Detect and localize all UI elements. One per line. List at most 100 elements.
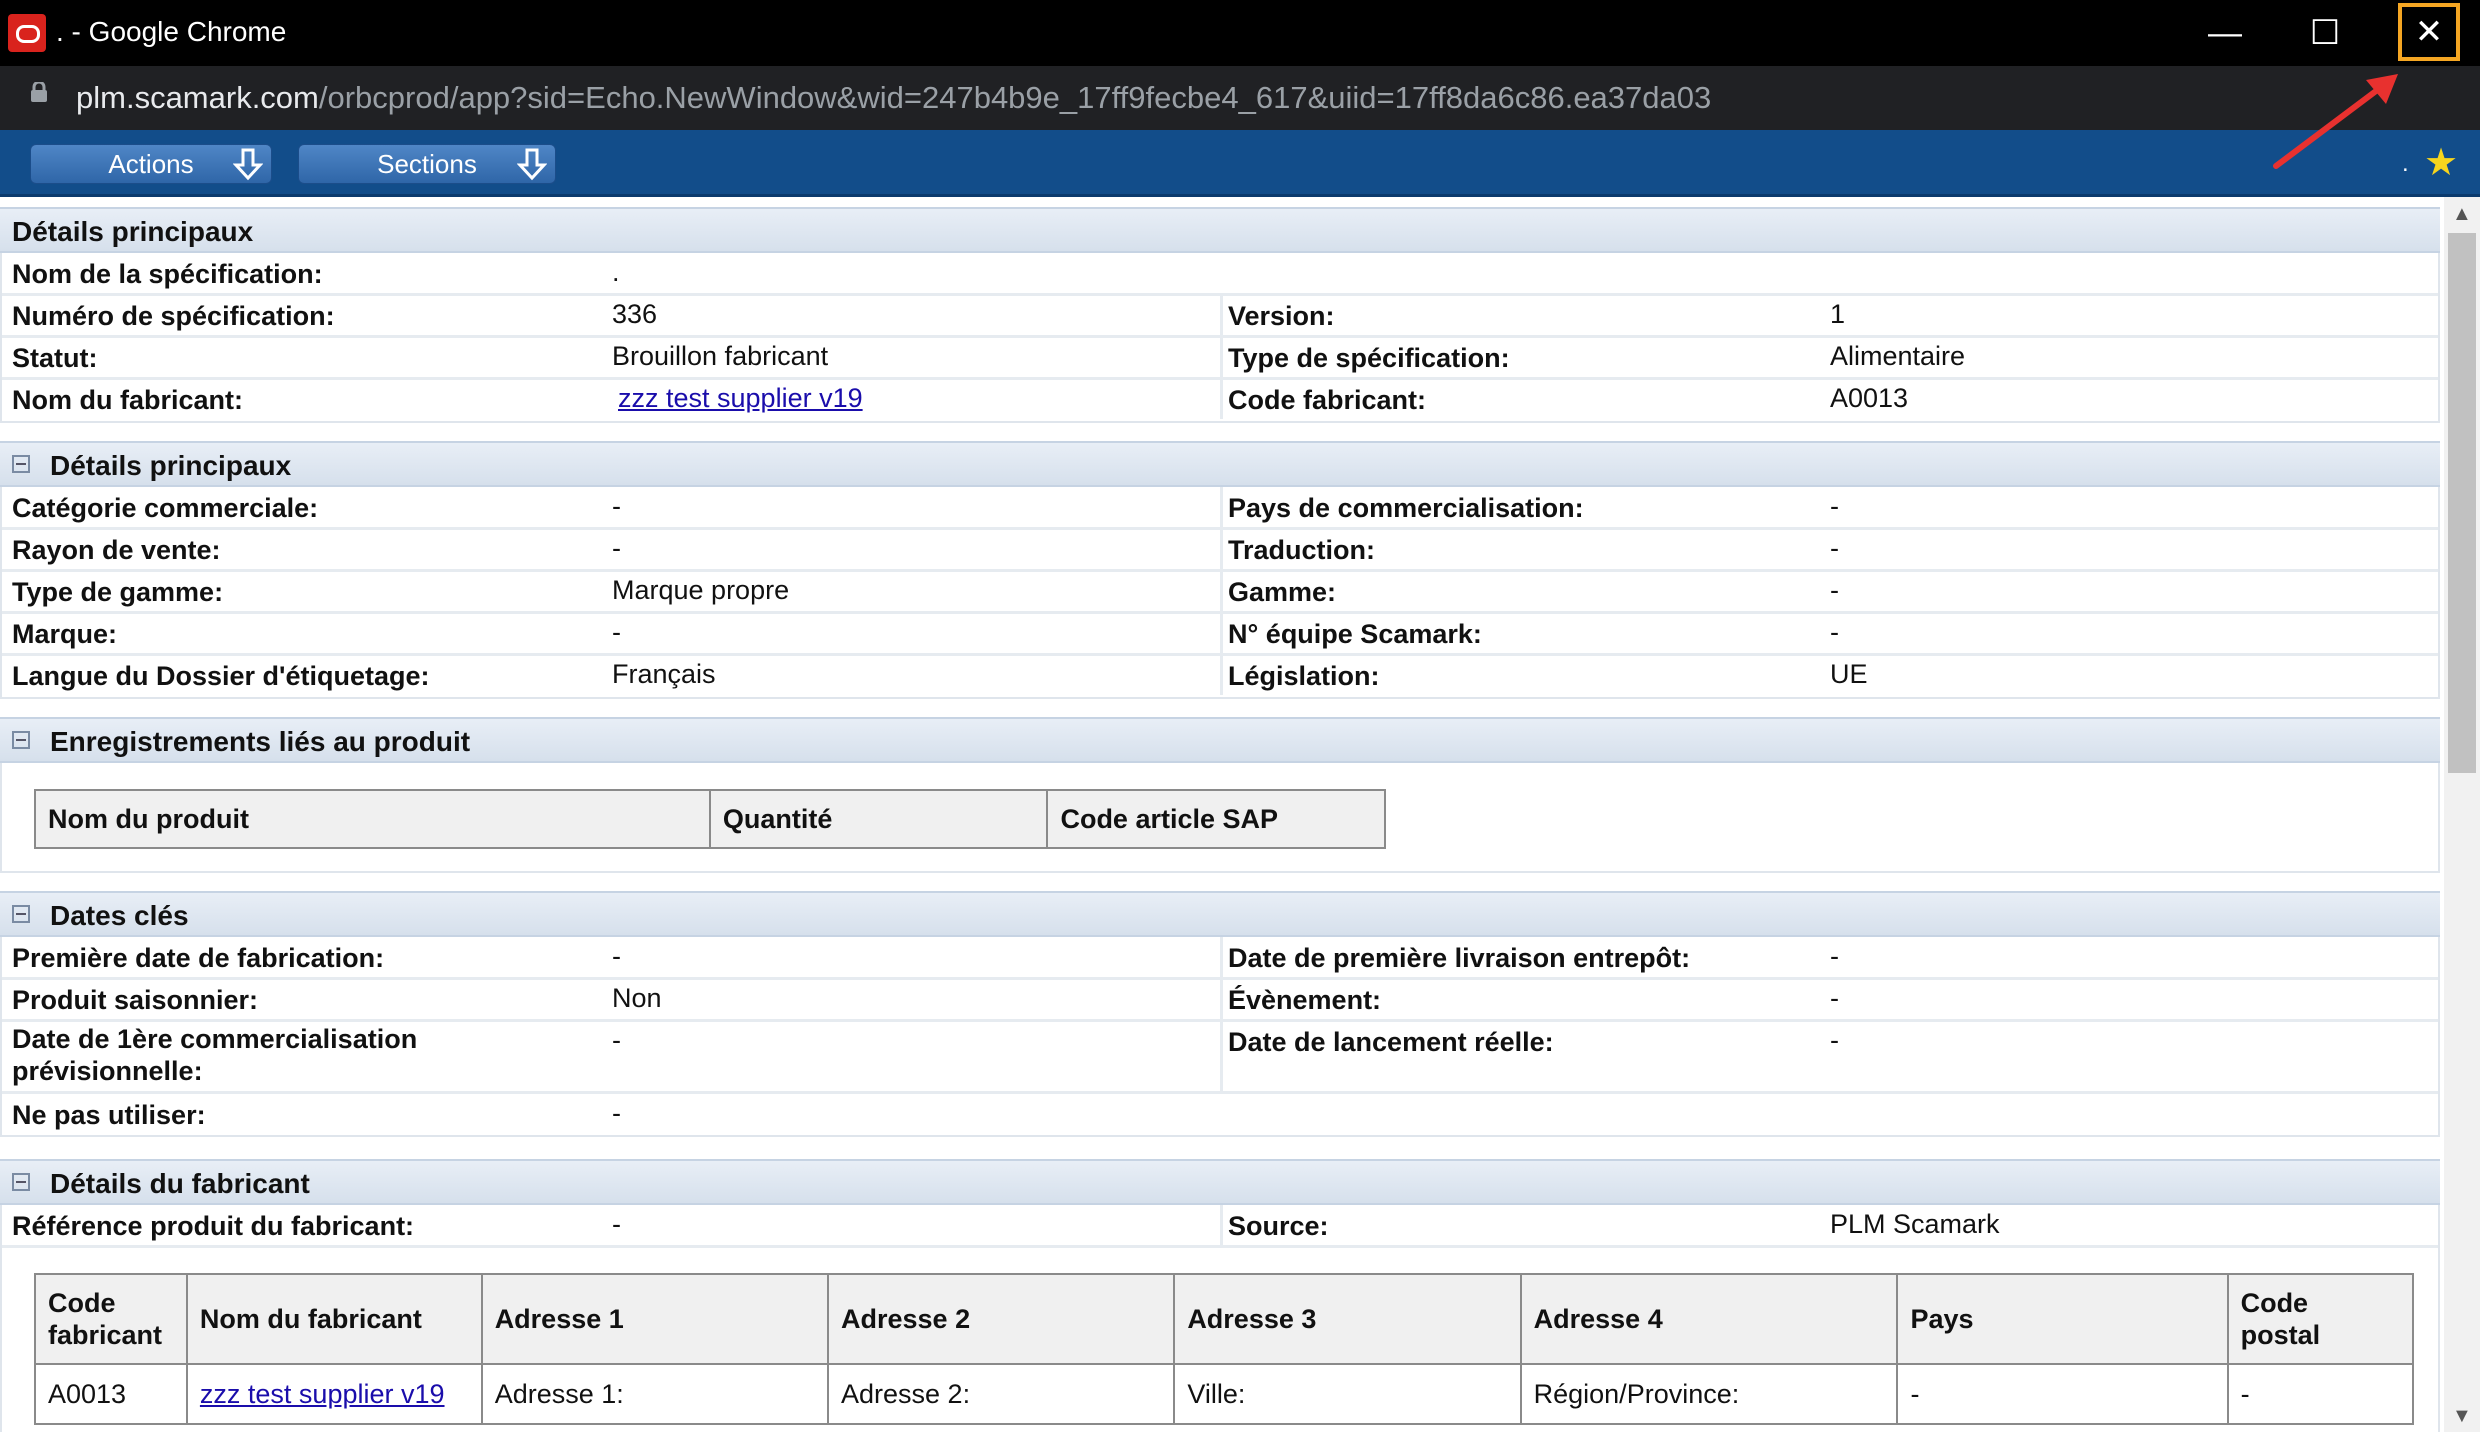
field-label: Code fabricant: (1228, 385, 1427, 415)
field-label: Version: (1228, 301, 1335, 331)
field-label: Première date de fabrication: (12, 943, 385, 973)
section-header-details[interactable]: Détails principaux (0, 441, 2440, 487)
field-value: - (612, 491, 621, 521)
column-header: Adresse 3 (1173, 1273, 1522, 1365)
field-label: Nom de la spécification: (12, 259, 323, 289)
field-label: Nom du fabricant: (12, 385, 244, 415)
section-title: Enregistrements liés au produit (50, 726, 471, 757)
app-toolbar: Actions Sections (0, 130, 2480, 197)
table-cell: Ville: (1173, 1363, 1522, 1425)
table-cell: A0013 (34, 1363, 188, 1425)
lock-icon (31, 82, 47, 102)
field-value: 1 (1830, 299, 1846, 329)
column-header: Code fabricant (34, 1273, 188, 1365)
field-label: Ne pas utiliser: (12, 1100, 206, 1130)
field-row: Nom de la spécification: . (2, 253, 2438, 296)
field-value: Français (612, 659, 716, 689)
field-value: - (612, 1209, 621, 1239)
scroll-thumb[interactable] (2448, 233, 2476, 773)
url-text[interactable]: plm.scamark.com/orbcprod/app?sid=Echo.Ne… (76, 80, 1711, 116)
section-title: Détails principaux (12, 216, 254, 247)
collapse-icon[interactable] (12, 1173, 30, 1191)
url-path: /orbcprod/app?sid=Echo.NewWindow&wid=247… (318, 80, 1712, 115)
actions-menu-button[interactable]: Actions (30, 144, 272, 184)
manufacturer-link[interactable]: zzz test supplier v19 (200, 1379, 445, 1409)
field-label-line2: prévisionnelle: (12, 1056, 203, 1086)
minimize-button[interactable]: — (2180, 0, 2270, 66)
column-header: Code article SAP (1046, 789, 1386, 849)
manufacturer-table: Code fabricant Nom du fabricant Adresse 1… (34, 1273, 2415, 1425)
field-row: Type de gamme: Marque propre Gamme: - (2, 571, 2438, 614)
table-cell: Adresse 2: (826, 1363, 1176, 1425)
section-header-main: Détails principaux (0, 207, 2440, 253)
table-cell: zzz test supplier v19 (185, 1363, 483, 1425)
column-header: Adresse 4 (1519, 1273, 1899, 1365)
field-label: Langue du Dossier d'étiquetage: (12, 661, 430, 691)
field-label: Source: (1228, 1211, 1329, 1241)
vertical-scrollbar[interactable]: ▲ ▼ (2444, 197, 2480, 1432)
field-value: Non (612, 983, 662, 1013)
field-label: Date de première livraison entrepôt: (1228, 943, 1691, 973)
down-arrow-icon (233, 148, 263, 181)
section-records-body: Nom du produit Quantité Code article SAP (0, 763, 2440, 873)
field-row: Statut: Brouillon fabricant Type de spéc… (2, 337, 2438, 380)
field-label: N° équipe Scamark: (1228, 619, 1482, 649)
maximize-button[interactable]: ☐ (2280, 0, 2370, 66)
annotation-arrow-icon (2273, 74, 2398, 169)
field-row: Langue du Dossier d'étiquetage: Français… (2, 655, 2438, 695)
table-cell: Région/Province: (1519, 1363, 1899, 1425)
field-label: Pays de commercialisation: (1228, 493, 1584, 523)
field-row: Numéro de spécification: 336 Version: 1 (2, 295, 2438, 338)
table-cell: - (2226, 1363, 2415, 1425)
close-button[interactable]: ✕ (2398, 3, 2460, 61)
scroll-up-icon[interactable]: ▲ (2452, 203, 2472, 226)
field-value: - (1830, 617, 1839, 647)
favorite-star-icon[interactable]: ★ (2424, 140, 2458, 185)
field-row: Rayon de vente: - Traduction: - (2, 529, 2438, 572)
field-row: Marque: - N° équipe Scamark: - (2, 613, 2438, 656)
collapse-icon[interactable] (12, 455, 30, 473)
field-label: Statut: (12, 343, 98, 373)
actions-label: Actions (108, 149, 194, 179)
column-header: Pays (1896, 1273, 2229, 1365)
field-row: Produit saisonnier: Non Évènement: - (2, 979, 2438, 1022)
field-value: Alimentaire (1830, 341, 1966, 371)
section-header-manufacturer[interactable]: Détails du fabricant (0, 1159, 2440, 1205)
field-value: A0013 (1830, 383, 1909, 413)
column-header: Adresse 2 (826, 1273, 1176, 1365)
scroll-down-icon[interactable]: ▼ (2452, 1405, 2472, 1428)
field-value: Brouillon fabricant (612, 341, 829, 371)
section-dates-body: Première date de fabrication: - Date de … (0, 937, 2440, 1137)
sections-menu-button[interactable]: Sections (298, 144, 556, 184)
field-label: Numéro de spécification: (12, 301, 335, 331)
field-row: Référence produit du fabricant: - Source… (2, 1205, 2438, 1248)
manufacturer-link[interactable]: zzz test supplier v19 (618, 383, 863, 414)
field-label: Évènement: (1228, 985, 1382, 1015)
field-label: Marque: (12, 619, 118, 649)
section-header-dates[interactable]: Dates clés (0, 891, 2440, 937)
oracle-app-icon (8, 14, 46, 52)
down-arrow-icon (517, 148, 547, 181)
records-table: Nom du produit Quantité Code article SAP (34, 789, 1386, 849)
field-label-line1: Date de 1ère commercialisation (12, 1024, 418, 1054)
field-value: - (612, 1098, 621, 1128)
table-cell: - (1896, 1363, 2229, 1425)
field-value: - (1830, 491, 1839, 521)
field-row: Ne pas utiliser: - (2, 1094, 2438, 1134)
column-header: Code postal (2226, 1273, 2415, 1365)
field-label: Catégorie commerciale: (12, 493, 319, 523)
collapse-icon[interactable] (12, 731, 30, 749)
field-value: - (1830, 1025, 1839, 1055)
section-header-records[interactable]: Enregistrements liés au produit (0, 717, 2440, 763)
column-header: Adresse 1 (480, 1273, 830, 1365)
collapse-icon[interactable] (12, 905, 30, 923)
table-row: A0013 zzz test supplier v19 Adresse 1: A… (34, 1363, 2415, 1425)
column-header: Nom du produit (34, 789, 711, 849)
field-value: Marque propre (612, 575, 790, 605)
field-label: Gamme: (1228, 577, 1337, 607)
field-row: Première date de fabrication: - Date de … (2, 937, 2438, 980)
field-label: Traduction: (1228, 535, 1375, 565)
section-manufacturer-body: Référence produit du fabricant: - Source… (0, 1205, 2440, 1432)
field-value: - (1830, 533, 1839, 563)
section-title: Détails principaux (50, 450, 292, 481)
